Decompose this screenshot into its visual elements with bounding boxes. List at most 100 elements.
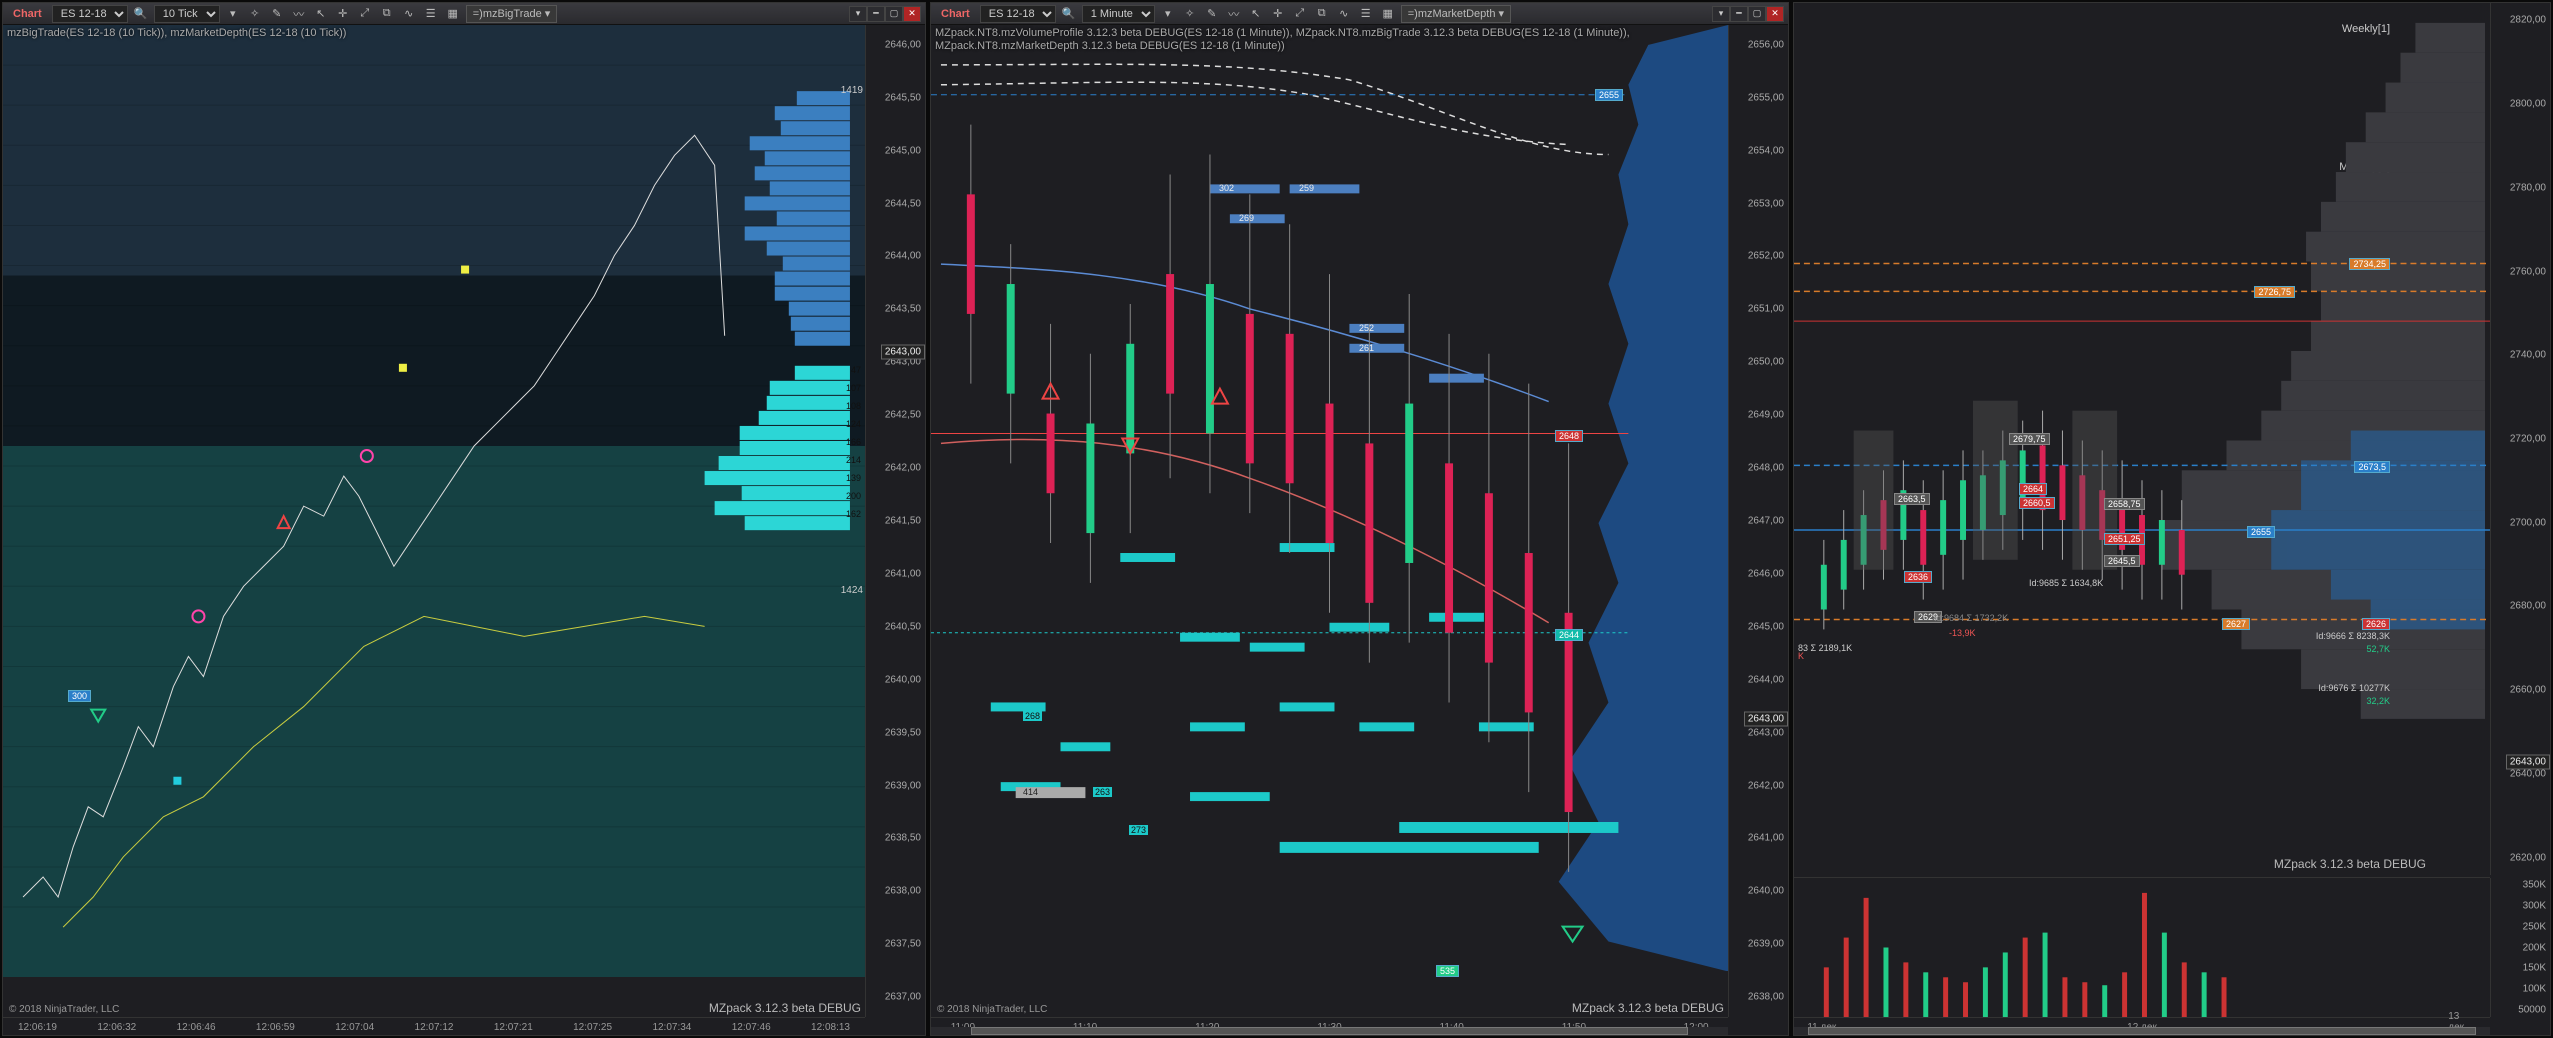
indicator-subtitle: mzBigTrade(ES 12-18 (10 Tick)), mzMarket…: [7, 27, 346, 40]
wand-icon[interactable]: ✧: [1181, 5, 1199, 23]
price-badge: 2679,75: [2009, 433, 2050, 445]
maximize-button[interactable]: ▢: [1748, 6, 1766, 22]
y-tick: 2647,00: [1748, 516, 1784, 527]
price-badge-2644: 2644: [1555, 629, 1583, 641]
price-badge-2648: 2648: [1555, 430, 1583, 442]
vp-label: 252: [1359, 323, 1374, 333]
interval-select[interactable]: 1 Minute: [1082, 5, 1155, 23]
panel-title: Chart: [7, 8, 48, 20]
chart-body-2[interactable]: MZpack.NT8.mzVolumeProfile 3.12.3 beta D…: [931, 25, 1788, 1035]
annot: 83 Σ 2189,1K: [1798, 643, 1852, 653]
y-tick: 2643,00: [1748, 727, 1784, 738]
indicators-icon[interactable]: ∿: [400, 5, 418, 23]
x-tick: 12:07:25: [573, 1022, 612, 1033]
y-tick: 2638,00: [885, 886, 921, 897]
y-tick: 2637,50: [885, 939, 921, 950]
y-tick: 2645,00: [1748, 621, 1784, 632]
indicator-dropdown[interactable]: =) mzBigTrade ▾: [466, 5, 558, 23]
interval-select[interactable]: 10 Tick: [154, 5, 220, 23]
y-tick: 2640,00: [2510, 768, 2546, 779]
zoom-icon[interactable]: ⤢: [356, 5, 374, 23]
indicators-icon[interactable]: ∿: [1335, 5, 1353, 23]
price-badge-2655: 2655: [1595, 89, 1623, 101]
y-tick: 2760,00: [2510, 266, 2546, 277]
ladder-value: 47: [851, 365, 861, 375]
price-badge: 2651,25: [2104, 533, 2145, 545]
draw-icon[interactable]: ✎: [268, 5, 286, 23]
draw-icon[interactable]: ✎: [1203, 5, 1221, 23]
price-layer: [931, 25, 1728, 971]
x-tick: 12:07:12: [415, 1022, 454, 1033]
cursor-icon[interactable]: ↖: [312, 5, 330, 23]
x-axis[interactable]: 12:06:1912:06:3212:06:4612:06:5912:07:04…: [3, 1017, 865, 1035]
instrument-select[interactable]: ES 12-18: [52, 5, 128, 23]
crosshair-icon[interactable]: ✛: [334, 5, 352, 23]
h-scrollbar[interactable]: [931, 1027, 1728, 1035]
price-badge: 2626: [2362, 618, 2390, 630]
y-tick: 2640,00: [885, 674, 921, 685]
x-tick: 12:06:32: [97, 1022, 136, 1033]
instrument-select[interactable]: ES 12-18: [980, 5, 1056, 23]
y-tick: 2637,00: [885, 992, 921, 1003]
chart-body-3[interactable]: Weekly[1] Monthly[1]: [1794, 3, 2550, 1035]
databox-icon[interactable]: ▦: [1379, 5, 1397, 23]
chart-panel-1: Chart ES 12-18 🔍 10 Tick ▾ ✧ ✎ 〰 ↖ ✛ ⤢ ⧉…: [2, 2, 926, 1036]
crosshair-icon[interactable]: ✛: [1269, 5, 1287, 23]
y-tick: 2648,00: [1748, 463, 1784, 474]
chevron-down-icon[interactable]: ▾: [224, 5, 242, 23]
chevron-down-icon[interactable]: ▾: [1159, 5, 1177, 23]
ruler-icon[interactable]: 〰: [290, 5, 308, 23]
y-tick: 2660,00: [2510, 685, 2546, 696]
search-icon[interactable]: 🔍: [132, 5, 150, 23]
y-tick: 2641,00: [1748, 833, 1784, 844]
y-tick: 2644,00: [1748, 674, 1784, 685]
y-tick: 2646,00: [885, 39, 921, 50]
search-icon[interactable]: 🔍: [1060, 5, 1078, 23]
databox-icon[interactable]: ▦: [444, 5, 462, 23]
y-tick: 2641,00: [885, 568, 921, 579]
undock-button[interactable]: ▾: [1712, 6, 1730, 22]
x-tick: 12:07:34: [652, 1022, 691, 1033]
price-badge: 2658,75: [2104, 498, 2145, 510]
y-tick: 2645,50: [885, 92, 921, 103]
close-button[interactable]: ✕: [1766, 6, 1784, 22]
wand-icon[interactable]: ✧: [246, 5, 264, 23]
x-tick: 12:08:13: [811, 1022, 850, 1033]
y-tick: 2820,00: [2510, 15, 2546, 26]
undock-button[interactable]: ▾: [849, 6, 867, 22]
minimize-button[interactable]: ━: [1730, 6, 1748, 22]
chart-panel-3: Weekly[1] Monthly[1]: [1793, 2, 2551, 1036]
h-scrollbar[interactable]: [1794, 1027, 2490, 1035]
indicator-dropdown[interactable]: =) mzMarketDepth ▾: [1401, 5, 1511, 23]
chart-body-1[interactable]: mzBigTrade(ES 12-18 (10 Tick)), mzMarket…: [3, 25, 925, 1035]
price-badge: 2655: [2247, 526, 2275, 538]
x-tick: 12:06:19: [18, 1022, 57, 1033]
y-tick: 2644,50: [885, 198, 921, 209]
close-button[interactable]: ✕: [903, 6, 921, 22]
volume-subpanel[interactable]: 350K300K250K200K150K100K50000: [1794, 877, 2490, 1017]
props-icon[interactable]: ☰: [422, 5, 440, 23]
y-tick: 350K: [2523, 879, 2546, 890]
vp-label: 263: [1093, 787, 1112, 797]
ruler-icon[interactable]: 〰: [1225, 5, 1243, 23]
ladder-value: 108: [846, 401, 861, 411]
copyright: © 2018 NinjaTrader, LLC: [937, 1004, 1047, 1015]
chart-style-icon[interactable]: ⧉: [378, 5, 396, 23]
props-icon[interactable]: ☰: [1357, 5, 1375, 23]
maximize-button[interactable]: ▢: [885, 6, 903, 22]
ladder-top: 1419: [841, 85, 863, 96]
minimize-button[interactable]: ━: [867, 6, 885, 22]
y-tick: 50000: [2518, 1005, 2546, 1016]
zoom-icon[interactable]: ⤢: [1291, 5, 1309, 23]
y-tick: 2644,00: [885, 251, 921, 262]
cursor-icon[interactable]: ↖: [1247, 5, 1265, 23]
chart-style-icon[interactable]: ⧉: [1313, 5, 1331, 23]
vp-label: 269: [1239, 213, 1254, 223]
ladder-bottom: 1424: [841, 585, 863, 596]
annot: Id:9666 Σ 8238,3K: [2316, 631, 2390, 641]
vp-label: 261: [1359, 343, 1374, 353]
last-price-badge: 2643,00: [2506, 754, 2550, 769]
y-axis[interactable]: 2646,002645,502645,002644,502644,002643,…: [865, 25, 925, 1017]
y-axis[interactable]: 2820,002800,002780,002760,002740,002720,…: [2490, 3, 2550, 875]
y-axis[interactable]: 2656,002655,002654,002653,002652,002651,…: [1728, 25, 1788, 1017]
